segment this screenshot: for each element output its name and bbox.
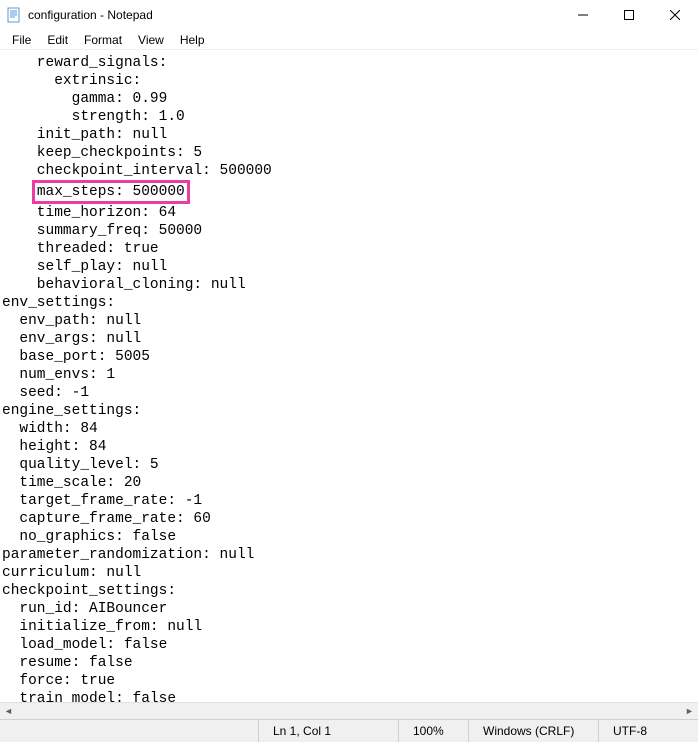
editor-line: train_model: false — [2, 690, 696, 702]
menu-view[interactable]: View — [130, 31, 172, 49]
editor-line: capture_frame_rate: 60 — [2, 510, 696, 528]
scroll-left-icon[interactable]: ◄ — [0, 703, 17, 720]
editor-line: self_play: null — [2, 258, 696, 276]
editor-line: summary_freq: 50000 — [2, 222, 696, 240]
close-button[interactable] — [652, 0, 698, 30]
status-empty — [0, 720, 258, 742]
editor-line: base_port: 5005 — [2, 348, 696, 366]
editor-line: num_envs: 1 — [2, 366, 696, 384]
editor-line: load_model: false — [2, 636, 696, 654]
notepad-icon — [6, 7, 22, 23]
editor-line: env_args: null — [2, 330, 696, 348]
statusbar: Ln 1, Col 1 100% Windows (CRLF) UTF-8 — [0, 719, 698, 742]
editor-line: run_id: AIBouncer — [2, 600, 696, 618]
editor-line: quality_level: 5 — [2, 456, 696, 474]
status-position: Ln 1, Col 1 — [258, 720, 398, 742]
text-editor[interactable]: reward_signals: extrinsic: gamma: 0.99 s… — [0, 50, 698, 702]
editor-line: keep_checkpoints: 5 — [2, 144, 696, 162]
status-eol: Windows (CRLF) — [468, 720, 598, 742]
editor-line: no_graphics: false — [2, 528, 696, 546]
editor-line: time_scale: 20 — [2, 474, 696, 492]
horizontal-scrollbar[interactable]: ◄ ► — [0, 702, 698, 719]
editor-line: init_path: null — [2, 126, 696, 144]
menubar: File Edit Format View Help — [0, 30, 698, 50]
editor-line: resume: false — [2, 654, 696, 672]
window-title: configuration - Notepad — [28, 8, 560, 22]
titlebar: configuration - Notepad — [0, 0, 698, 30]
status-encoding: UTF-8 — [598, 720, 698, 742]
editor-line: checkpoint_settings: — [2, 582, 696, 600]
editor-line: height: 84 — [2, 438, 696, 456]
highlighted-text: max_steps: 500000 — [32, 180, 190, 204]
editor-line: gamma: 0.99 — [2, 90, 696, 108]
scroll-right-icon[interactable]: ► — [681, 703, 698, 720]
minimize-button[interactable] — [560, 0, 606, 30]
editor-line: reward_signals: — [2, 54, 696, 72]
editor-line: width: 84 — [2, 420, 696, 438]
menu-help[interactable]: Help — [172, 31, 213, 49]
status-zoom: 100% — [398, 720, 468, 742]
window-controls — [560, 0, 698, 30]
menu-format[interactable]: Format — [76, 31, 130, 49]
editor-line: behavioral_cloning: null — [2, 276, 696, 294]
editor-line: curriculum: null — [2, 564, 696, 582]
editor-line: seed: -1 — [2, 384, 696, 402]
editor-line: parameter_randomization: null — [2, 546, 696, 564]
maximize-button[interactable] — [606, 0, 652, 30]
editor-line: force: true — [2, 672, 696, 690]
editor-line: extrinsic: — [2, 72, 696, 90]
editor-line: env_path: null — [2, 312, 696, 330]
editor-line: strength: 1.0 — [2, 108, 696, 126]
editor-line: checkpoint_interval: 500000 — [2, 162, 696, 180]
editor-line: threaded: true — [2, 240, 696, 258]
menu-edit[interactable]: Edit — [39, 31, 76, 49]
editor-line: initialize_from: null — [2, 618, 696, 636]
editor-line: time_horizon: 64 — [2, 204, 696, 222]
editor-line: target_frame_rate: -1 — [2, 492, 696, 510]
editor-line: max_steps: 500000 — [2, 180, 696, 204]
editor-line: env_settings: — [2, 294, 696, 312]
menu-file[interactable]: File — [4, 31, 39, 49]
editor-line: engine_settings: — [2, 402, 696, 420]
